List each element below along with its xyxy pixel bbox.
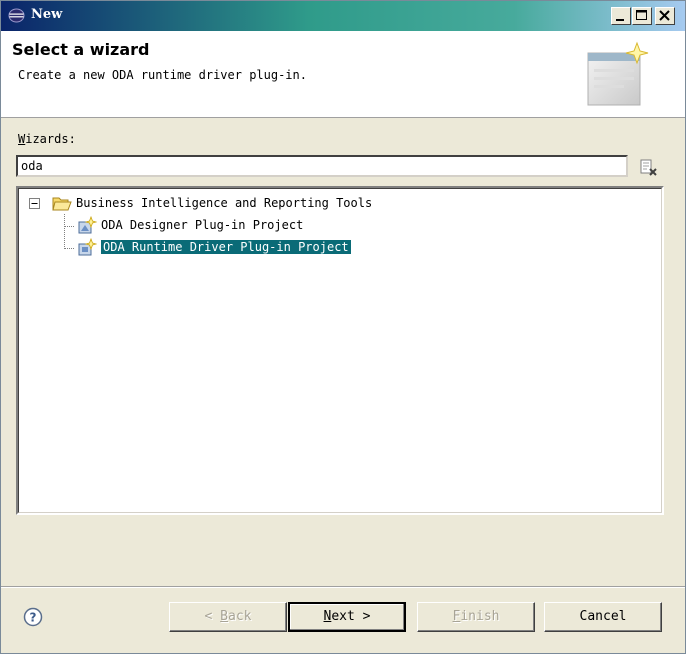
clear-filter-icon[interactable]	[638, 158, 660, 178]
plugin-project-icon	[78, 216, 97, 234]
cancel-button[interactable]: Cancel	[544, 602, 662, 632]
window-title: New	[31, 7, 63, 22]
back-button[interactable]: < Back	[169, 602, 287, 632]
help-icon[interactable]: ?	[23, 607, 43, 627]
svg-text:?: ?	[30, 611, 37, 625]
tree-item-label: ODA Designer Plug-in Project	[101, 218, 304, 232]
tree-item-oda-runtime-driver[interactable]: ODA Runtime Driver Plug-in Project	[27, 238, 627, 258]
wizard-header: Select a wizard Create a new ODA runtime…	[1, 31, 685, 118]
finish-button[interactable]: Finish	[417, 602, 535, 632]
wizard-filter-input[interactable]	[16, 155, 628, 177]
wizard-banner-icon	[587, 41, 649, 106]
eclipse-icon	[8, 8, 25, 23]
close-button[interactable]	[655, 7, 675, 25]
minimize-button[interactable]	[611, 7, 631, 25]
new-wizard-dialog: New Select a wizard Create a new ODA run…	[0, 0, 686, 654]
close-icon	[659, 10, 670, 21]
title-bar[interactable]: New	[1, 1, 685, 31]
plugin-project-icon	[78, 238, 97, 256]
tree-item-oda-designer[interactable]: ODA Designer Plug-in Project	[27, 216, 627, 236]
page-description: Create a new ODA runtime driver plug-in.	[18, 68, 307, 82]
next-button[interactable]: Next >	[288, 602, 406, 632]
tree-item-label: ODA Runtime Driver Plug-in Project	[100, 239, 352, 255]
button-bar-separator	[1, 586, 685, 588]
minimize-icon	[616, 19, 624, 21]
wizard-tree[interactable]: Business Intelligence and Reporting Tool…	[16, 186, 664, 515]
tree-category-label: Business Intelligence and Reporting Tool…	[76, 196, 373, 210]
wizards-label: Wizards:	[18, 132, 76, 146]
tree-category-bi-reporting[interactable]: Business Intelligence and Reporting Tool…	[27, 194, 627, 214]
folder-open-icon	[52, 197, 72, 211]
page-title: Select a wizard	[12, 40, 150, 59]
maximize-icon	[636, 10, 647, 20]
maximize-button[interactable]	[632, 7, 652, 25]
collapse-icon[interactable]	[29, 198, 40, 209]
